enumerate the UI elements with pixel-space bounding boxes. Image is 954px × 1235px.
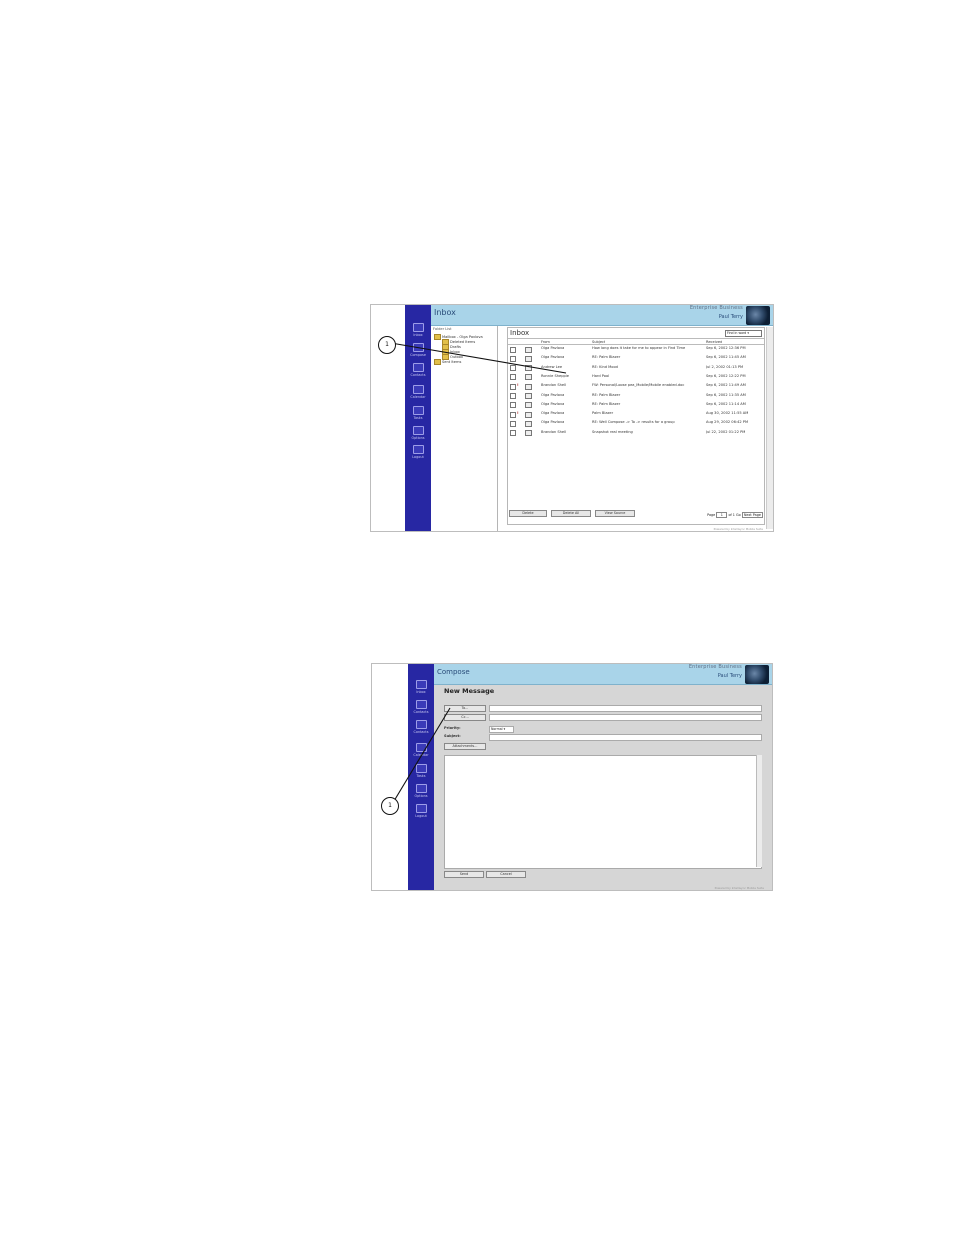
callout-marker-compose: 1: [381, 797, 399, 815]
callout-line-inbox: [390, 342, 567, 374]
callout-marker-inbox: 1: [378, 336, 396, 354]
callout-line-compose: [393, 707, 451, 802]
callout-lines: [390, 342, 567, 802]
